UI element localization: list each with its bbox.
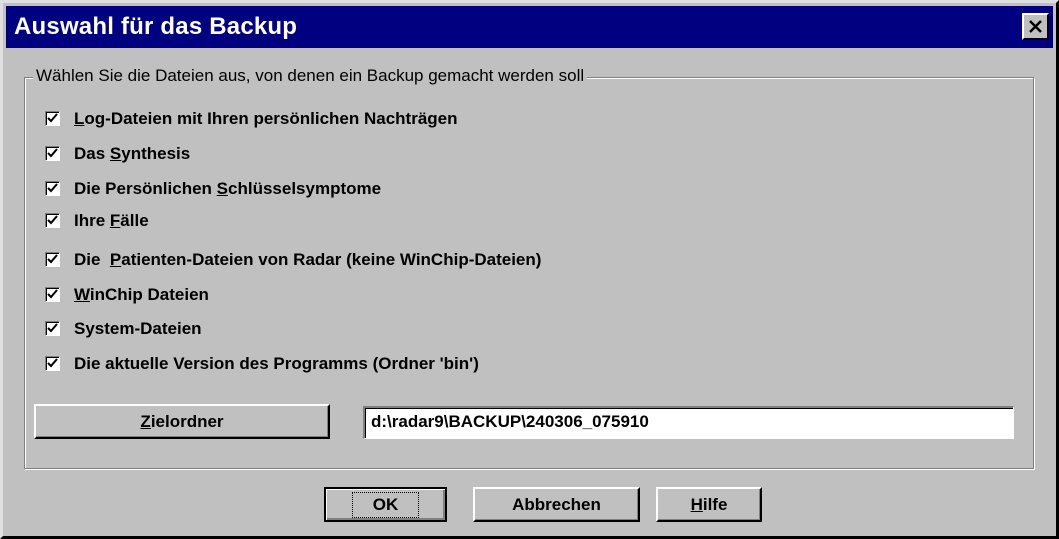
checkbox-label: System-Dateien (74, 319, 202, 338)
window-title: Auswahl für das Backup (14, 13, 298, 40)
checkbox-label: WinChip Dateien (74, 285, 209, 304)
checkbox-label: Die Patienten-Dateien von Radar (keine W… (74, 250, 542, 269)
checkbox-box[interactable] (45, 181, 60, 196)
checkmark-icon (47, 358, 58, 368)
checkmark-icon (47, 323, 58, 333)
checkbox-box[interactable] (45, 356, 60, 371)
checkbox-box[interactable] (45, 111, 60, 126)
checkmark-icon (47, 254, 58, 264)
checkbox-box[interactable] (45, 213, 60, 228)
checkbox-label: Die aktuelle Version des Programms (Ordn… (74, 354, 479, 373)
group-legend: Wählen Sie die Dateien aus, von denen ei… (33, 66, 588, 86)
title-bar[interactable]: Auswahl für das Backup (6, 6, 1053, 48)
help-button[interactable]: Hilfe (656, 487, 762, 522)
checkbox-box[interactable] (45, 252, 60, 267)
checkbox-box[interactable] (45, 287, 60, 302)
checkmark-icon (47, 183, 58, 193)
target-folder-button-label: Zielordner (140, 411, 224, 431)
checkbox-box[interactable] (45, 321, 60, 336)
close-icon (1029, 20, 1042, 33)
checkmark-icon (47, 215, 58, 225)
checkbox-label: Ihre Fälle (74, 211, 149, 230)
checkmark-icon (47, 113, 58, 123)
target-folder-button[interactable]: Zielordner (34, 404, 330, 439)
checkmark-icon (47, 289, 58, 299)
checkbox-box[interactable] (45, 146, 60, 161)
checkbox-label: Die Persönlichen Schlüsselsymptome (74, 179, 382, 198)
ok-button-label: OK (351, 491, 420, 518)
cancel-button[interactable]: Abbrechen (473, 487, 640, 522)
ok-button[interactable]: OK (324, 487, 447, 522)
help-button-label: Hilfe (690, 494, 728, 514)
cancel-button-label: Abbrechen (512, 494, 601, 514)
checkmark-icon (47, 148, 58, 158)
backup-selection-dialog: Auswahl für das Backup Wählen Sie die Da… (0, 0, 1059, 539)
close-button[interactable] (1022, 13, 1049, 40)
target-path-field[interactable]: d:\radar9\BACKUP\240306_075910 (363, 406, 1014, 439)
checkbox-label: Log-Dateien mit Ihren persönlichen Nacht… (74, 109, 458, 128)
checkbox-label: Das Synthesis (74, 144, 191, 163)
